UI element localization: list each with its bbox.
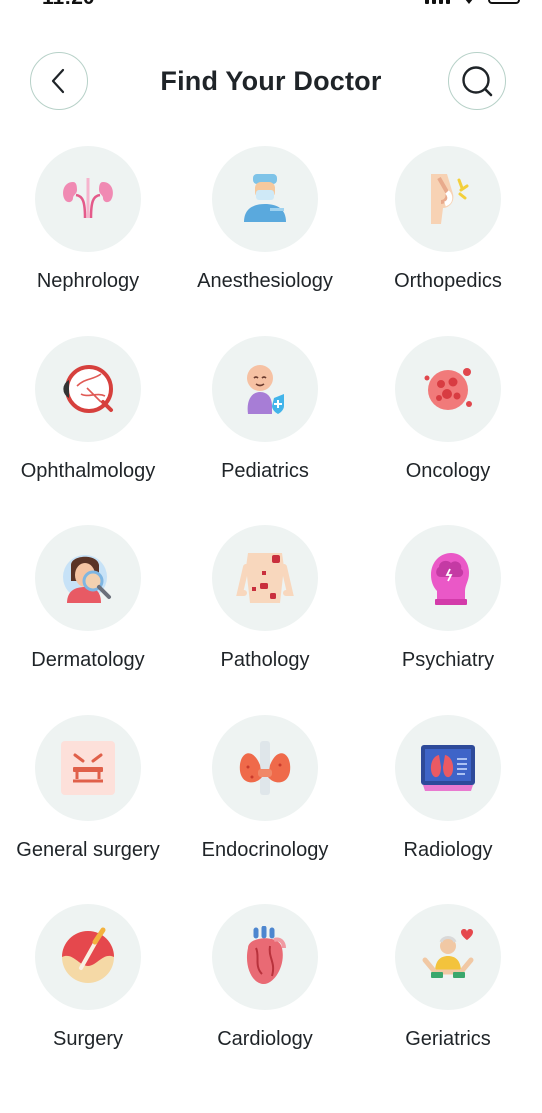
specialty-label: Geriatrics — [405, 1028, 491, 1050]
specialty-icon-tile — [395, 904, 501, 1010]
specialty-icon-tile — [212, 714, 318, 821]
specialty-cardiology[interactable]: Cardiology — [176, 904, 354, 1094]
specialty-label: Pediatrics — [221, 459, 309, 482]
specialty-icon-tile — [35, 335, 141, 442]
specialty-icon-tile — [395, 146, 501, 252]
baby-icon — [247, 364, 284, 414]
specialty-label: Radiology — [403, 838, 493, 861]
scalpel-icon — [62, 927, 114, 983]
header: Find Your Doctor — [0, 52, 542, 112]
status-icons — [425, 0, 520, 4]
specialty-dermatology[interactable]: Dermatology — [0, 525, 176, 715]
specialty-psychiatry[interactable]: Psychiatry — [354, 525, 542, 715]
skin-magnifier-icon — [63, 555, 111, 603]
battery-icon — [488, 0, 520, 4]
specialty-anesthesiology[interactable]: Anesthesiology — [176, 146, 354, 336]
specialty-grid: Nephrology Anesthesiology Orthopedics Op… — [0, 146, 542, 1094]
specialty-label: Pathology — [220, 649, 310, 671]
kidneys-icon — [63, 178, 113, 219]
specialty-icon-tile — [35, 146, 141, 252]
specialty-icon-tile — [395, 525, 501, 631]
wifi-icon — [465, 0, 473, 4]
specialty-radiology[interactable]: Radiology — [354, 714, 542, 905]
specialty-label: Nephrology — [36, 270, 140, 292]
search-button[interactable] — [448, 52, 506, 110]
specialty-label: Oncology — [405, 459, 491, 482]
specialty-icon-tile — [35, 714, 141, 821]
specialty-icon-tile — [212, 904, 318, 1010]
specialty-label: Cardiology — [217, 1028, 313, 1050]
specialty-icon-tile — [395, 335, 501, 442]
eye-icon — [63, 364, 113, 413]
elderly-care-icon — [422, 929, 474, 978]
status-bar: 11:20 — [0, 0, 542, 12]
specialty-icon-tile — [35, 904, 141, 1010]
specialty-label: Anesthesiology — [197, 270, 333, 292]
brain-head-icon — [431, 553, 469, 605]
specialty-ophthalmology[interactable]: Ophthalmology — [0, 335, 176, 526]
specialty-label: Dermatology — [31, 649, 145, 671]
specialty-label: Ophthalmology — [20, 459, 156, 482]
thyroid-icon — [239, 740, 291, 795]
specialty-icon-tile — [395, 714, 501, 821]
specialty-icon-tile — [212, 525, 318, 631]
specialty-label: Psychiatry — [401, 649, 495, 671]
specialty-endocrinology[interactable]: Endocrinology — [176, 714, 354, 905]
specialty-icon-tile — [212, 335, 318, 442]
specialty-icon-tile — [212, 146, 318, 252]
specialty-icon-tile — [35, 525, 141, 631]
status-time: 11:20 — [42, 0, 95, 10]
specialty-nephrology[interactable]: Nephrology — [0, 146, 176, 336]
search-icon — [462, 66, 493, 97]
lungs-xray-icon — [421, 744, 475, 791]
specialty-label: Endocrinology — [201, 838, 329, 861]
surgery-face-icon — [61, 740, 115, 795]
specialty-pediatrics[interactable]: Pediatrics — [176, 335, 354, 526]
specialty-general-surgery[interactable]: General surgery — [0, 714, 176, 905]
specialty-oncology[interactable]: Oncology — [354, 335, 542, 526]
specialty-label: Orthopedics — [394, 270, 502, 292]
heart-icon — [246, 926, 286, 984]
specialty-pathology[interactable]: Pathology — [176, 525, 354, 715]
torso-icon — [236, 553, 294, 603]
specialty-label: Surgery — [52, 1028, 124, 1050]
specialty-label: General surgery — [16, 838, 160, 861]
anesthesiologist-icon — [244, 174, 286, 222]
specialty-geriatrics[interactable]: Geriatrics — [354, 904, 542, 1094]
cancer-cell-icon — [424, 367, 472, 410]
signal-icon — [425, 0, 450, 4]
knee-joint-icon — [431, 174, 469, 224]
specialty-orthopedics[interactable]: Orthopedics — [354, 146, 542, 336]
specialty-surgery[interactable]: Surgery — [0, 904, 176, 1094]
